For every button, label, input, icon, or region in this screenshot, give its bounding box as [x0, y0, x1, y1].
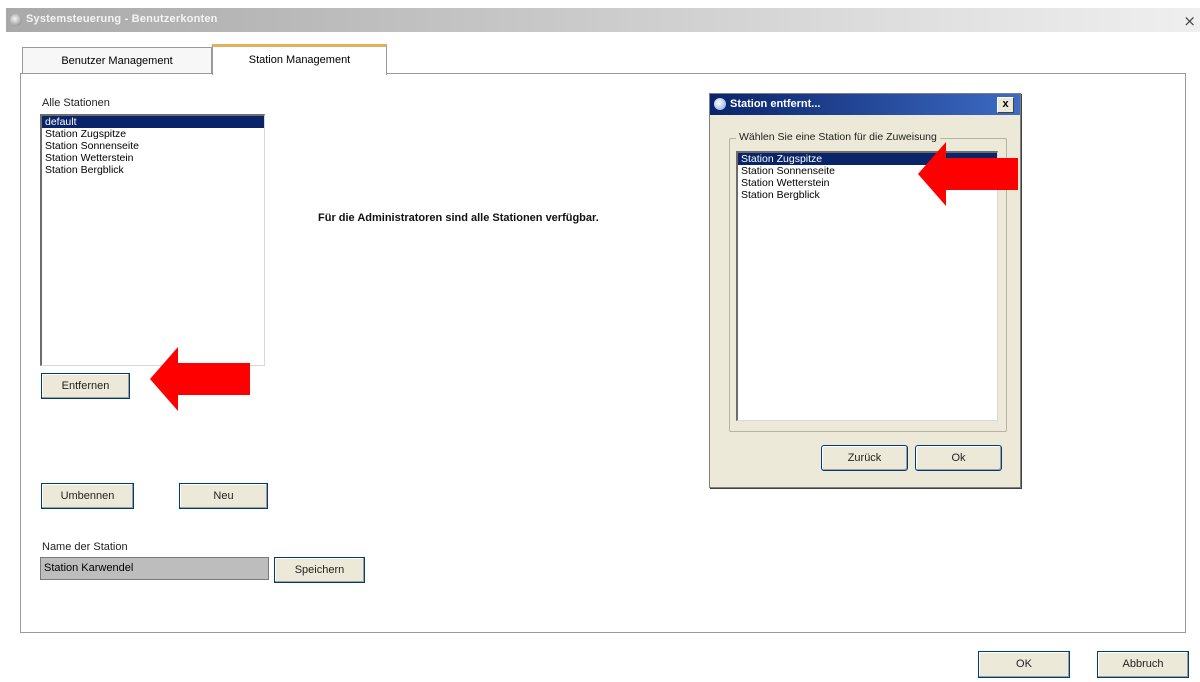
info-message: Für die Administratoren sind alle Statio…	[318, 212, 599, 224]
tab-label: Station Management	[248, 54, 351, 66]
red-arrow-left-icon	[150, 347, 250, 411]
remove-button[interactable]: Entfernen	[41, 373, 130, 399]
cancel-button[interactable]: Abbruch	[1097, 651, 1189, 678]
list-item[interactable]: default	[42, 116, 264, 128]
station-name-label: Name der Station	[42, 541, 128, 553]
stations-listbox[interactable]: default Station Zugspitze Station Sonnen…	[40, 114, 265, 366]
list-item[interactable]: Station Sonnenseite	[42, 140, 264, 152]
tab-benutzer-management[interactable]: Benutzer Management	[22, 47, 212, 74]
list-item[interactable]: Station Wetterstein	[42, 152, 264, 164]
app-icon	[10, 14, 22, 26]
window-titlebar: Systemsteuerung - Benutzerkonten ×	[6, 8, 1200, 32]
ok-button[interactable]: OK	[978, 651, 1070, 678]
save-button[interactable]: Speichern	[274, 557, 365, 583]
dialog-title: Station entfernt...	[730, 98, 821, 110]
groupbox-label: Wählen Sie eine Station für die Zuweisun…	[736, 131, 940, 143]
list-item[interactable]: Station Bergblick	[42, 164, 264, 176]
back-button[interactable]: Zurück	[821, 445, 908, 471]
dialog-titlebar: Station entfernt... x	[710, 94, 1020, 115]
all-stations-label: Alle Stationen	[42, 97, 110, 109]
tab-label: Benutzer Management	[61, 55, 173, 67]
tab-station-management[interactable]: Station Management	[212, 44, 387, 75]
window-close-icon[interactable]: ×	[1183, 12, 1196, 30]
dialog-app-icon	[714, 98, 726, 110]
dialog-close-icon[interactable]: x	[997, 97, 1014, 113]
window-title: Systemsteuerung - Benutzerkonten	[26, 13, 218, 25]
dialog-ok-button[interactable]: Ok	[915, 445, 1002, 471]
red-arrow-left-icon	[918, 142, 1018, 206]
new-button[interactable]: Neu	[179, 483, 268, 509]
list-item[interactable]: Station Zugspitze	[42, 128, 264, 140]
station-name-field[interactable]: Station Karwendel	[40, 557, 269, 580]
rename-button[interactable]: Umbennen	[41, 483, 134, 509]
